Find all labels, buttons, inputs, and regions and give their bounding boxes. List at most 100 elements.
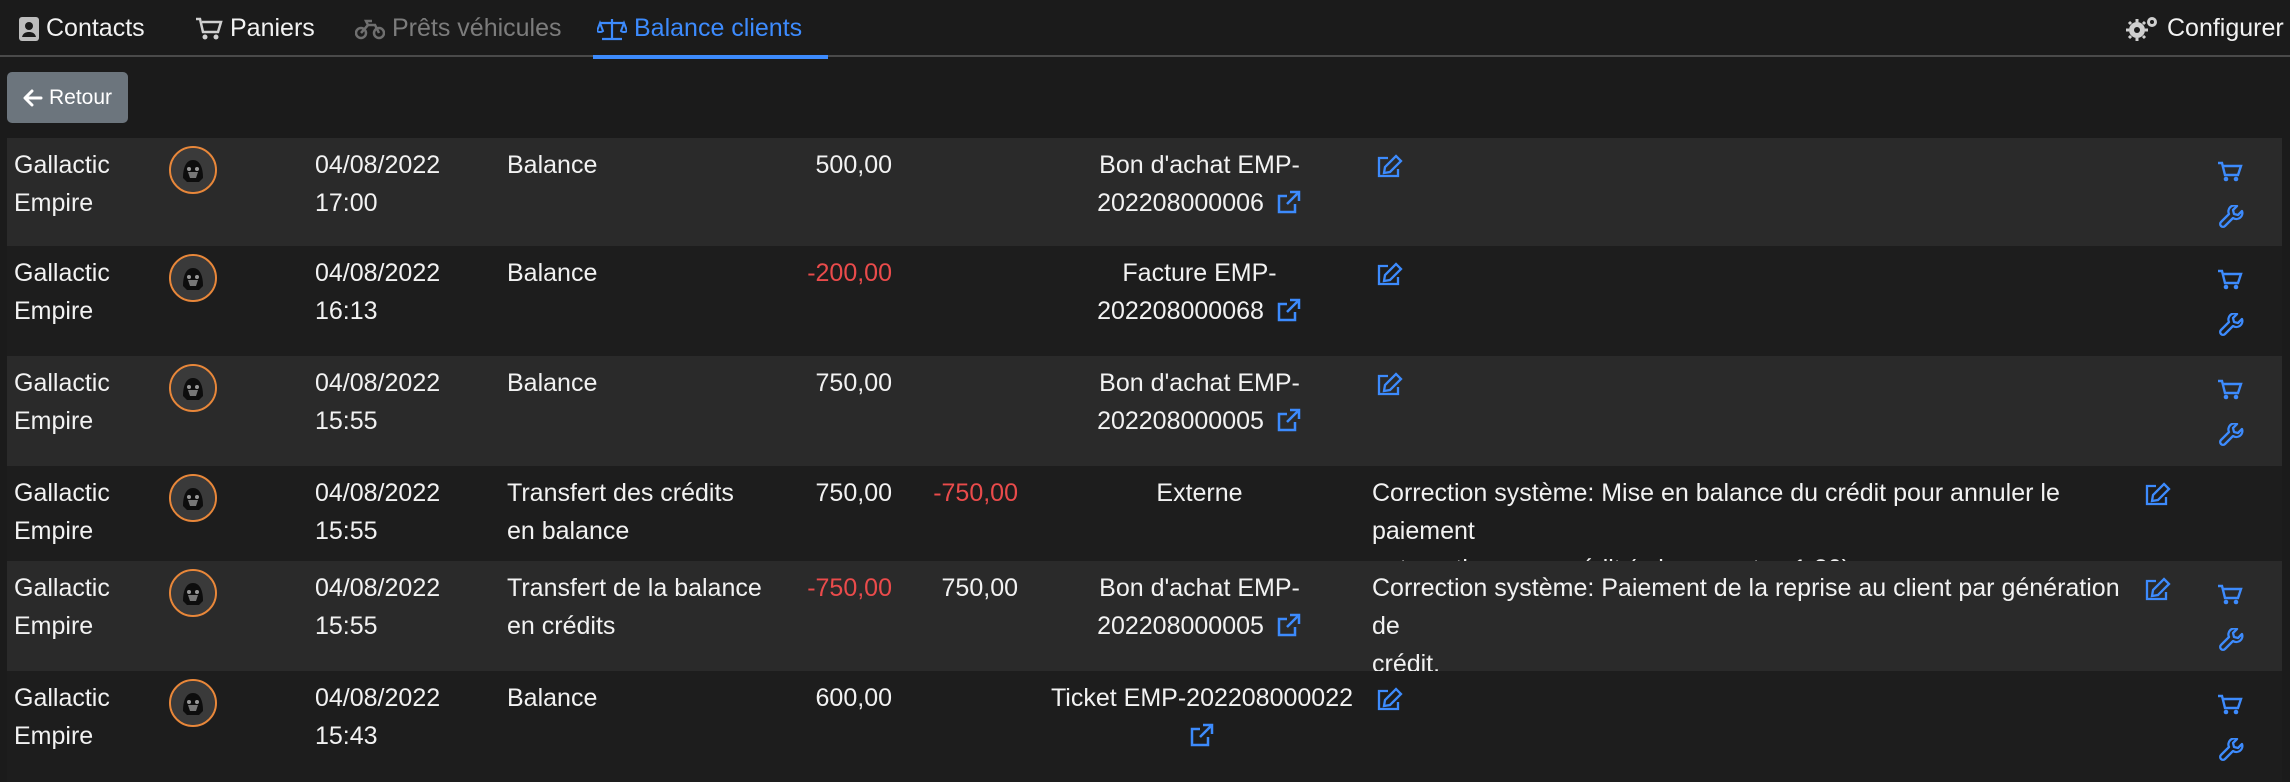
document-label: Bon d'achat EMP- (1099, 151, 1300, 179)
cart-icon[interactable] (2217, 264, 2243, 302)
comment-text: Correction système: Paiement de la repri… (1372, 574, 2120, 640)
wrench-icon[interactable] (2219, 204, 2245, 242)
time-value: 15:55 (315, 612, 378, 640)
cart-icon[interactable] (2217, 156, 2243, 194)
time-value: 15:43 (315, 722, 378, 750)
cart-icon[interactable] (2217, 374, 2243, 412)
table-row: Gallactic Empire 04/08/2022 16:13 Balanc… (7, 246, 2282, 356)
credit-amount: -750,00 (933, 479, 1018, 507)
avatar (169, 364, 217, 412)
motorcycle-icon (355, 18, 385, 40)
date-cell: 04/08/2022 16:13 (315, 254, 475, 330)
avatar (169, 146, 217, 194)
tab-balance-clients[interactable]: Balance clients (592, 0, 829, 59)
date-value: 04/08/2022 (315, 574, 441, 602)
edit-icon[interactable] (1377, 152, 1405, 190)
table-row: Gallactic Empire 04/08/2022 15:43 Balanc… (7, 671, 2282, 782)
contact-name[interactable]: Gallactic Empire (14, 364, 154, 440)
date-value: 04/08/2022 (315, 369, 441, 397)
balance-amount: -200,00 (807, 259, 892, 287)
time-value: 15:55 (315, 517, 378, 545)
external-link-icon[interactable] (1276, 296, 1302, 334)
wrench-icon[interactable] (2219, 627, 2245, 665)
avatar (169, 474, 217, 522)
edit-icon[interactable] (2145, 575, 2173, 613)
document-label: Ticket EMP-202208000022 (1050, 684, 1354, 712)
document-cell: Facture EMP- 202208000068 (1027, 254, 1372, 334)
comment-cell: Correction système: Paiement de la repri… (1372, 569, 2142, 683)
document-label: Bon d'achat EMP- (1099, 369, 1300, 397)
tab-paniers[interactable]: Paniers (195, 0, 315, 57)
tab-contacts[interactable]: Contacts (19, 0, 145, 57)
balance-amount: -750,00 (807, 574, 892, 602)
configure-label: Configurer (2167, 14, 2284, 42)
date-cell: 04/08/2022 17:00 (315, 146, 475, 222)
date-cell: 04/08/2022 15:43 (315, 679, 475, 755)
external-link-icon[interactable] (1276, 188, 1302, 226)
wrench-icon[interactable] (2219, 422, 2245, 460)
external-link-icon[interactable] (1276, 406, 1302, 444)
avatar (169, 679, 217, 727)
balance-amount: 750,00 (815, 479, 892, 507)
contact-name[interactable]: Gallactic Empire (14, 254, 154, 330)
table-row: Gallactic Empire 04/08/2022 15:55 Balanc… (7, 356, 2282, 466)
time-value: 15:55 (315, 407, 378, 435)
scale-icon (597, 17, 627, 41)
date-value: 04/08/2022 (315, 151, 441, 179)
edit-icon[interactable] (1377, 370, 1405, 408)
gears-icon (2126, 15, 2160, 43)
date-cell: 04/08/2022 15:55 (315, 569, 475, 645)
table-row: Gallactic Empire 04/08/2022 15:55 Transf… (7, 466, 2282, 583)
document-number: 202208000005 (1097, 612, 1264, 640)
tab-balance-clients-label: Balance clients (634, 14, 803, 42)
date-value: 04/08/2022 (315, 479, 441, 507)
table-row: Gallactic Empire 04/08/2022 15:55 Transf… (7, 561, 2282, 678)
tab-contacts-label: Contacts (46, 14, 145, 42)
document-cell: Ticket EMP-202208000022 (1027, 679, 1377, 759)
external-link-icon[interactable] (1276, 611, 1302, 649)
document-label: Facture EMP- (1122, 259, 1277, 287)
wrench-icon[interactable] (2219, 312, 2245, 350)
comment-text: Correction système: Mise en balance du c… (1372, 479, 2060, 545)
top-nav: Contacts Paniers Prêts véhicules Balance… (0, 0, 2290, 59)
date-value: 04/08/2022 (315, 259, 441, 287)
cart-icon[interactable] (2217, 579, 2243, 617)
date-value: 04/08/2022 (315, 684, 441, 712)
cart-icon[interactable] (2217, 689, 2243, 727)
balance-amount: 500,00 (815, 151, 892, 179)
document-number: 202208000006 (1097, 189, 1264, 217)
avatar (169, 254, 217, 302)
balance-amount: 600,00 (815, 684, 892, 712)
wrench-icon[interactable] (2219, 737, 2245, 775)
credit-amount: 750,00 (941, 574, 1018, 602)
external-link-icon[interactable] (1189, 721, 1215, 759)
tab-prets-vehicules[interactable]: Prêts véhicules (355, 0, 562, 57)
document-label: Bon d'achat EMP- (1099, 574, 1300, 602)
balance-amount: 750,00 (815, 369, 892, 397)
time-value: 16:13 (315, 297, 378, 325)
tab-prets-vehicules-label: Prêts véhicules (392, 14, 562, 42)
arrow-left-icon (23, 88, 43, 108)
cart-icon (195, 17, 223, 41)
contact-name[interactable]: Gallactic Empire (14, 679, 154, 755)
back-button-label: Retour (48, 85, 113, 109)
type-value-line2: en crédits (507, 612, 616, 640)
contact-name[interactable]: Gallactic Empire (14, 569, 154, 645)
document-number: 202208000068 (1097, 297, 1264, 325)
document-cell: Bon d'achat EMP- 202208000005 (1027, 364, 1372, 444)
document-label: Externe (1156, 479, 1243, 507)
back-button[interactable]: Retour (7, 72, 128, 123)
type-value-line2: en balance (507, 517, 630, 545)
avatar (169, 569, 217, 617)
edit-icon[interactable] (2145, 480, 2173, 518)
table-row: Gallactic Empire 04/08/2022 17:00 Balanc… (7, 138, 2282, 246)
document-number: 202208000005 (1097, 407, 1264, 435)
edit-icon[interactable] (1377, 260, 1405, 298)
date-cell: 04/08/2022 15:55 (315, 474, 475, 550)
document-cell: Bon d'achat EMP- 202208000005 (1027, 569, 1372, 649)
configure-button[interactable]: Configurer (2126, 0, 2284, 57)
contact-card-icon (19, 16, 39, 41)
edit-icon[interactable] (1377, 685, 1405, 723)
contact-name[interactable]: Gallactic Empire (14, 146, 154, 222)
contact-name[interactable]: Gallactic Empire (14, 474, 154, 550)
